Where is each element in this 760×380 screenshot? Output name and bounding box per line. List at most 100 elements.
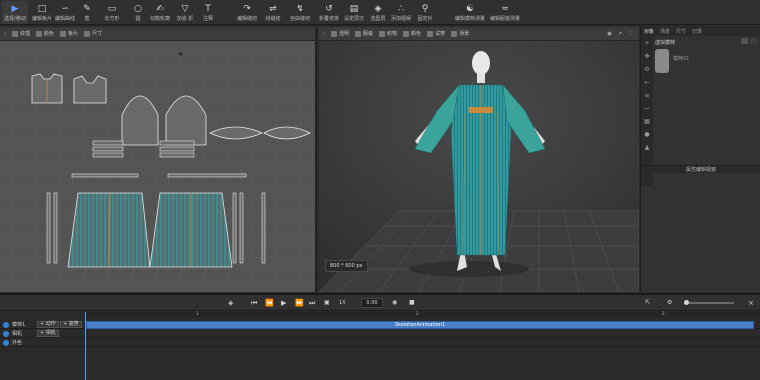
- tool-circle[interactable]: ○ 圆: [132, 1, 144, 24]
- tab-fabric[interactable]: 织物: [379, 30, 397, 37]
- resolution-label: 800 * 600 px: [325, 260, 368, 272]
- avatar-measure-icon: ☯: [465, 4, 475, 14]
- tool-edit-curve[interactable]: ∽ 编辑曲线: [54, 1, 76, 24]
- tool-select-move[interactable]: ▶ 选择/移动: [2, 1, 28, 24]
- tab-scene-list[interactable]: 场景: [660, 28, 670, 35]
- pleat-icon: ∴: [398, 4, 404, 14]
- tool-pleat[interactable]: ∴ 添加褶裥: [390, 1, 412, 24]
- tool-trace[interactable]: ✍ 勾勒轮廓: [149, 1, 171, 24]
- tool-free-sewing[interactable]: ↯ 自由缝纫: [289, 1, 311, 24]
- zoom-slider-handle[interactable]: [684, 300, 689, 305]
- pattern-canvas[interactable]: ✚: [0, 41, 317, 292]
- tree-item-model[interactable]: 模特01: [655, 55, 758, 63]
- tool-note[interactable]: T 注释: [202, 1, 214, 24]
- tab-scene[interactable]: 场景: [451, 30, 469, 37]
- pattern-piece-band-4[interactable]: [159, 140, 195, 146]
- scene-icon: [451, 30, 458, 37]
- record-keyframe-icon[interactable]: ◉: [392, 298, 397, 308]
- tool-segment-sewing[interactable]: ⇌ 线缝纫: [264, 1, 282, 24]
- tool-garment-measure[interactable]: ≈ 编辑服装测量: [490, 1, 520, 24]
- tool-edit-pattern[interactable]: □ 编辑板片: [30, 1, 54, 24]
- tab-objects[interactable]: 对象: [644, 28, 654, 35]
- edit-sewing-icon: ↷: [243, 4, 251, 14]
- stop-icon[interactable]: ■: [409, 298, 415, 308]
- tool-dart[interactable]: ▽ 加省·折: [175, 1, 195, 24]
- viewport-3d-canvas[interactable]: [319, 41, 639, 292]
- pattern-piece-sash-1[interactable]: [46, 192, 51, 264]
- pattern-piece-band-1[interactable]: [92, 140, 124, 146]
- pattern-piece-band-3[interactable]: [92, 152, 124, 158]
- list-icon[interactable]: ≡: [644, 92, 649, 99]
- view-options-button[interactable]: ↗: [618, 31, 622, 37]
- add-pose-button[interactable]: + 姿势: [60, 321, 82, 328]
- pattern-piece-band-5[interactable]: [159, 146, 195, 152]
- main-toolbar: ▶ 选择/移动 □ 编辑板片 ∽ 编辑曲线 ✎ 笔 ▭ 长方形 ○ 圆 ✍ 勾勒…: [0, 0, 760, 25]
- grid-icon[interactable]: ▦: [644, 118, 650, 125]
- add-icon[interactable]: +: [644, 40, 649, 47]
- tab-texture[interactable]: 纹理: [12, 30, 30, 37]
- tab-pattern[interactable]: 板片: [60, 30, 78, 37]
- track-external[interactable]: 外色: [0, 338, 760, 347]
- zoom-slider[interactable]: [684, 300, 734, 305]
- pattern-piece-sash-5[interactable]: [261, 192, 266, 264]
- skip-start-icon[interactable]: ⏮: [251, 298, 257, 308]
- circle-icon: ○: [134, 4, 142, 14]
- playhead[interactable]: [85, 312, 86, 380]
- time-ruler[interactable]: 1 2 3: [85, 311, 760, 318]
- tool-select-layer[interactable]: ◈ 选型层: [369, 1, 387, 24]
- pattern-2d-menu[interactable]: ‹: [4, 31, 6, 37]
- settings-icon[interactable]: ⚙: [667, 298, 672, 308]
- skip-end-icon[interactable]: ⏭: [309, 298, 315, 308]
- tool-pen[interactable]: ✎ 笔: [80, 1, 94, 24]
- pattern-piece-band-6[interactable]: [159, 152, 195, 158]
- tab-size[interactable]: 尺寸: [84, 30, 102, 37]
- pattern-piece-sash-2[interactable]: [53, 192, 58, 264]
- tab-transparent[interactable]: 透明: [331, 30, 349, 37]
- track-camera[interactable]: 相机 + 相机: [0, 329, 760, 338]
- arrow-left-icon[interactable]: ←: [644, 79, 649, 86]
- tab-color[interactable]: 颜色: [36, 30, 54, 37]
- tool-avatar-measure[interactable]: ☯ 编辑模特测量: [455, 1, 485, 24]
- tool-pin[interactable]: ⚲ 固定针: [416, 1, 434, 24]
- tool-fold-arrange[interactable]: ↺ 折叠安排: [318, 1, 340, 24]
- export-icon[interactable]: ⇱: [645, 298, 650, 308]
- pattern-piece-sash-4[interactable]: [239, 192, 244, 264]
- playback-speed[interactable]: 1X: [339, 298, 346, 308]
- pen-icon: ✎: [83, 4, 91, 14]
- pattern-piece-sash-3[interactable]: [232, 192, 237, 264]
- tool-edit-sewing[interactable]: ↷ 编辑缝纫: [236, 1, 258, 24]
- gear-icon[interactable]: ⚙: [644, 66, 649, 73]
- pattern-piece-waistband-left[interactable]: [71, 173, 139, 178]
- list-view-icon[interactable]: [750, 38, 757, 44]
- pattern-icon: [60, 30, 67, 37]
- divider-icon[interactable]: —: [644, 105, 650, 112]
- viewport-3d-menu[interactable]: ‹: [323, 31, 325, 37]
- tool-rectangle[interactable]: ▭ 长方形: [102, 1, 122, 24]
- pattern-piece-waistband-right[interactable]: [167, 173, 247, 178]
- more-options-button[interactable]: ⋮: [628, 31, 633, 37]
- tool-layer[interactable]: ▤ 设定层次: [343, 1, 365, 24]
- tab-fitting[interactable]: 试穿: [427, 30, 445, 37]
- animation-clip[interactable]: SkeletonAnimation1: [86, 321, 754, 329]
- pattern-piece-band-2[interactable]: [92, 146, 124, 152]
- add-motion-button[interactable]: + 动作: [37, 321, 59, 328]
- tab-garment[interactable]: 服装: [355, 30, 373, 37]
- camera-view-button[interactable]: ◉: [607, 31, 611, 37]
- person-icon[interactable]: ●: [644, 131, 649, 138]
- move-icon[interactable]: ✥: [644, 53, 649, 60]
- tab-history[interactable]: 记录: [692, 28, 702, 35]
- viewport-3d-window: ‹ 透明 服装 织物 颜色 试穿 场景 ◉ ↗ ⋮ 800 * 600 px: [319, 27, 639, 292]
- playback-controls: ◈ ⏮ ⏪ ▶ ⏩ ⏭ ▣ 1X 0.00 ◉ ■ ⇱ ⚙ ×: [0, 295, 760, 311]
- add-camera-button[interactable]: + 相机: [37, 330, 59, 337]
- cube-icon[interactable]: ▲: [645, 144, 650, 151]
- step-back-icon[interactable]: ⏪: [265, 298, 274, 308]
- close-icon[interactable]: ×: [748, 298, 754, 308]
- loop-icon[interactable]: ▣: [324, 298, 330, 308]
- step-forward-icon[interactable]: ⏩: [295, 298, 304, 308]
- tab-size-list[interactable]: 尺寸: [676, 28, 686, 35]
- play-icon[interactable]: ▶: [281, 298, 286, 308]
- time-field[interactable]: 0.00: [361, 298, 383, 308]
- thumbnail-view-icon[interactable]: [741, 38, 748, 44]
- record-icon[interactable]: ◈: [228, 298, 233, 308]
- tab-color-3d[interactable]: 颜色: [403, 30, 421, 37]
